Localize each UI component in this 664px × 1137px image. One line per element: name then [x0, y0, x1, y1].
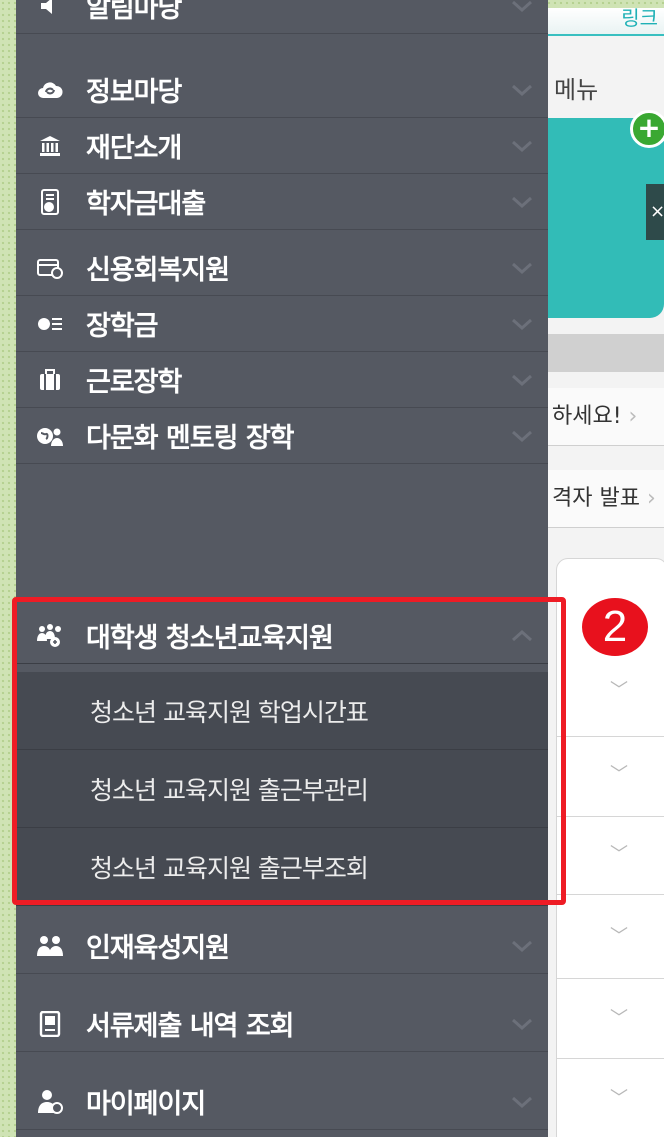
menu-item-label: 학자금대출	[86, 189, 206, 220]
chevron-up-icon	[512, 629, 532, 642]
menu-item-label: 서류제출 내역 조회	[86, 1011, 295, 1042]
chevron-down-icon	[512, 262, 532, 275]
group-icon	[36, 622, 64, 650]
chevron-down-icon[interactable]: ﹀	[608, 922, 630, 947]
notice-text: 하세요!	[552, 404, 622, 429]
chevron-down-icon	[512, 318, 532, 331]
menu-item-label: 정보마당	[86, 77, 182, 108]
divider	[556, 978, 664, 979]
background-topbar: 링크	[548, 8, 664, 36]
chevron-down-icon	[512, 1018, 532, 1031]
people-icon	[36, 932, 64, 960]
menu-item-label: 마이페이지	[86, 1089, 206, 1120]
divider	[556, 816, 664, 817]
menu-item-notice[interactable]: 알림마당	[16, 0, 548, 34]
chevron-down-icon	[512, 84, 532, 97]
chevron-down-icon[interactable]: ﹀	[608, 760, 630, 785]
background-notice-1[interactable]: 하세요! ›	[548, 388, 664, 446]
notice-text: 격자 발표	[552, 486, 640, 511]
chevron-right-icon: ›	[628, 404, 638, 429]
background-menu-label: 메뉴	[554, 76, 599, 104]
chevron-down-icon[interactable]: ﹀	[608, 676, 630, 701]
step-badge: 2	[582, 598, 648, 656]
menu-item-student-loan[interactable]: 학자금대출	[16, 174, 548, 230]
credit-card-icon	[36, 254, 64, 282]
menu-item-label: 재단소개	[86, 133, 182, 164]
cloud-refresh-icon	[36, 76, 64, 104]
coin-list-icon	[36, 310, 64, 338]
submenu-item-label: 청소년 교육지원 출근부조회	[90, 853, 369, 883]
chevron-down-icon[interactable]: ﹀	[608, 840, 630, 865]
menu-item-label: 인재육성지원	[86, 933, 230, 964]
menu-item-multicultural-mentoring[interactable]: 다문화 멘토링 장학	[16, 408, 548, 464]
chevron-down-icon	[512, 940, 532, 953]
submenu-item-label: 청소년 교육지원 출근부관리	[90, 775, 369, 805]
chevron-down-icon[interactable]: ﹀	[608, 1004, 630, 1029]
globe-person-icon	[36, 422, 64, 450]
chevron-down-icon	[512, 140, 532, 153]
menu-item-scholarship[interactable]: 장학금	[16, 296, 548, 352]
menu-item-work-scholarship[interactable]: 근로장학	[16, 352, 548, 408]
menu-item-label: 장학금	[86, 311, 159, 342]
menu-item-document-history[interactable]: 서류제출 내역 조회	[16, 996, 548, 1052]
chevron-down-icon[interactable]: ﹀	[608, 1084, 630, 1109]
submenu-item-label: 청소년 교육지원 학업시간표	[90, 697, 369, 727]
institution-icon	[36, 132, 64, 160]
menu-item-talent-development[interactable]: 인재육성지원	[16, 918, 548, 974]
divider	[556, 736, 664, 737]
chevron-right-icon: ›	[646, 486, 656, 511]
divider	[556, 1058, 664, 1059]
submenu-item-attendance-view[interactable]: 청소년 교육지원 출근부조회	[16, 828, 548, 906]
close-icon[interactable]: ×	[646, 184, 664, 240]
speaker-icon	[36, 0, 64, 20]
menu-item-info[interactable]: 정보마당	[16, 62, 548, 118]
chevron-down-icon	[512, 374, 532, 387]
plus-icon[interactable]: +	[630, 110, 664, 148]
loan-document-icon	[36, 188, 64, 216]
chevron-down-icon	[512, 0, 532, 13]
submenu-item-attendance-manage[interactable]: 청소년 교육지원 출근부관리	[16, 750, 548, 828]
background-strip	[548, 334, 664, 372]
document-icon	[36, 1010, 64, 1038]
menu-item-credit-recovery[interactable]: 신용회복지원	[16, 240, 548, 296]
menu-item-youth-education[interactable]: 대학생 청소년교육지원	[16, 608, 548, 664]
briefcase-icon	[36, 366, 64, 394]
chevron-down-icon	[512, 196, 532, 209]
background-notice-2[interactable]: 격자 발표 ›	[548, 470, 664, 528]
user-settings-icon	[36, 1088, 64, 1116]
background-top-link[interactable]: 링크	[621, 8, 658, 31]
submenu-item-study-timetable[interactable]: 청소년 교육지원 학업시간표	[16, 672, 548, 750]
menu-item-label: 알림마당	[86, 0, 182, 24]
menu-item-foundation[interactable]: 재단소개	[16, 118, 548, 174]
chevron-down-icon	[512, 1096, 532, 1109]
divider	[556, 894, 664, 895]
menu-item-label: 신용회복지원	[86, 255, 230, 286]
menu-item-label: 다문화 멘토링 장학	[86, 423, 295, 454]
chevron-down-icon	[512, 430, 532, 443]
menu-item-label: 근로장학	[86, 367, 182, 398]
menu-item-my-page[interactable]: 마이페이지	[16, 1074, 548, 1130]
menu-item-label: 대학생 청소년교육지원	[86, 623, 334, 654]
side-drawer: 알림마당 정보마당 재단소개 학자금대출 신용회복지원 장학금 근로장학 다문화…	[16, 0, 548, 1137]
background-page: 링크 메뉴 + × 하세요! › 격자 발표 › ﹀ ﹀ ﹀ ﹀ ﹀ ﹀	[548, 8, 664, 1137]
